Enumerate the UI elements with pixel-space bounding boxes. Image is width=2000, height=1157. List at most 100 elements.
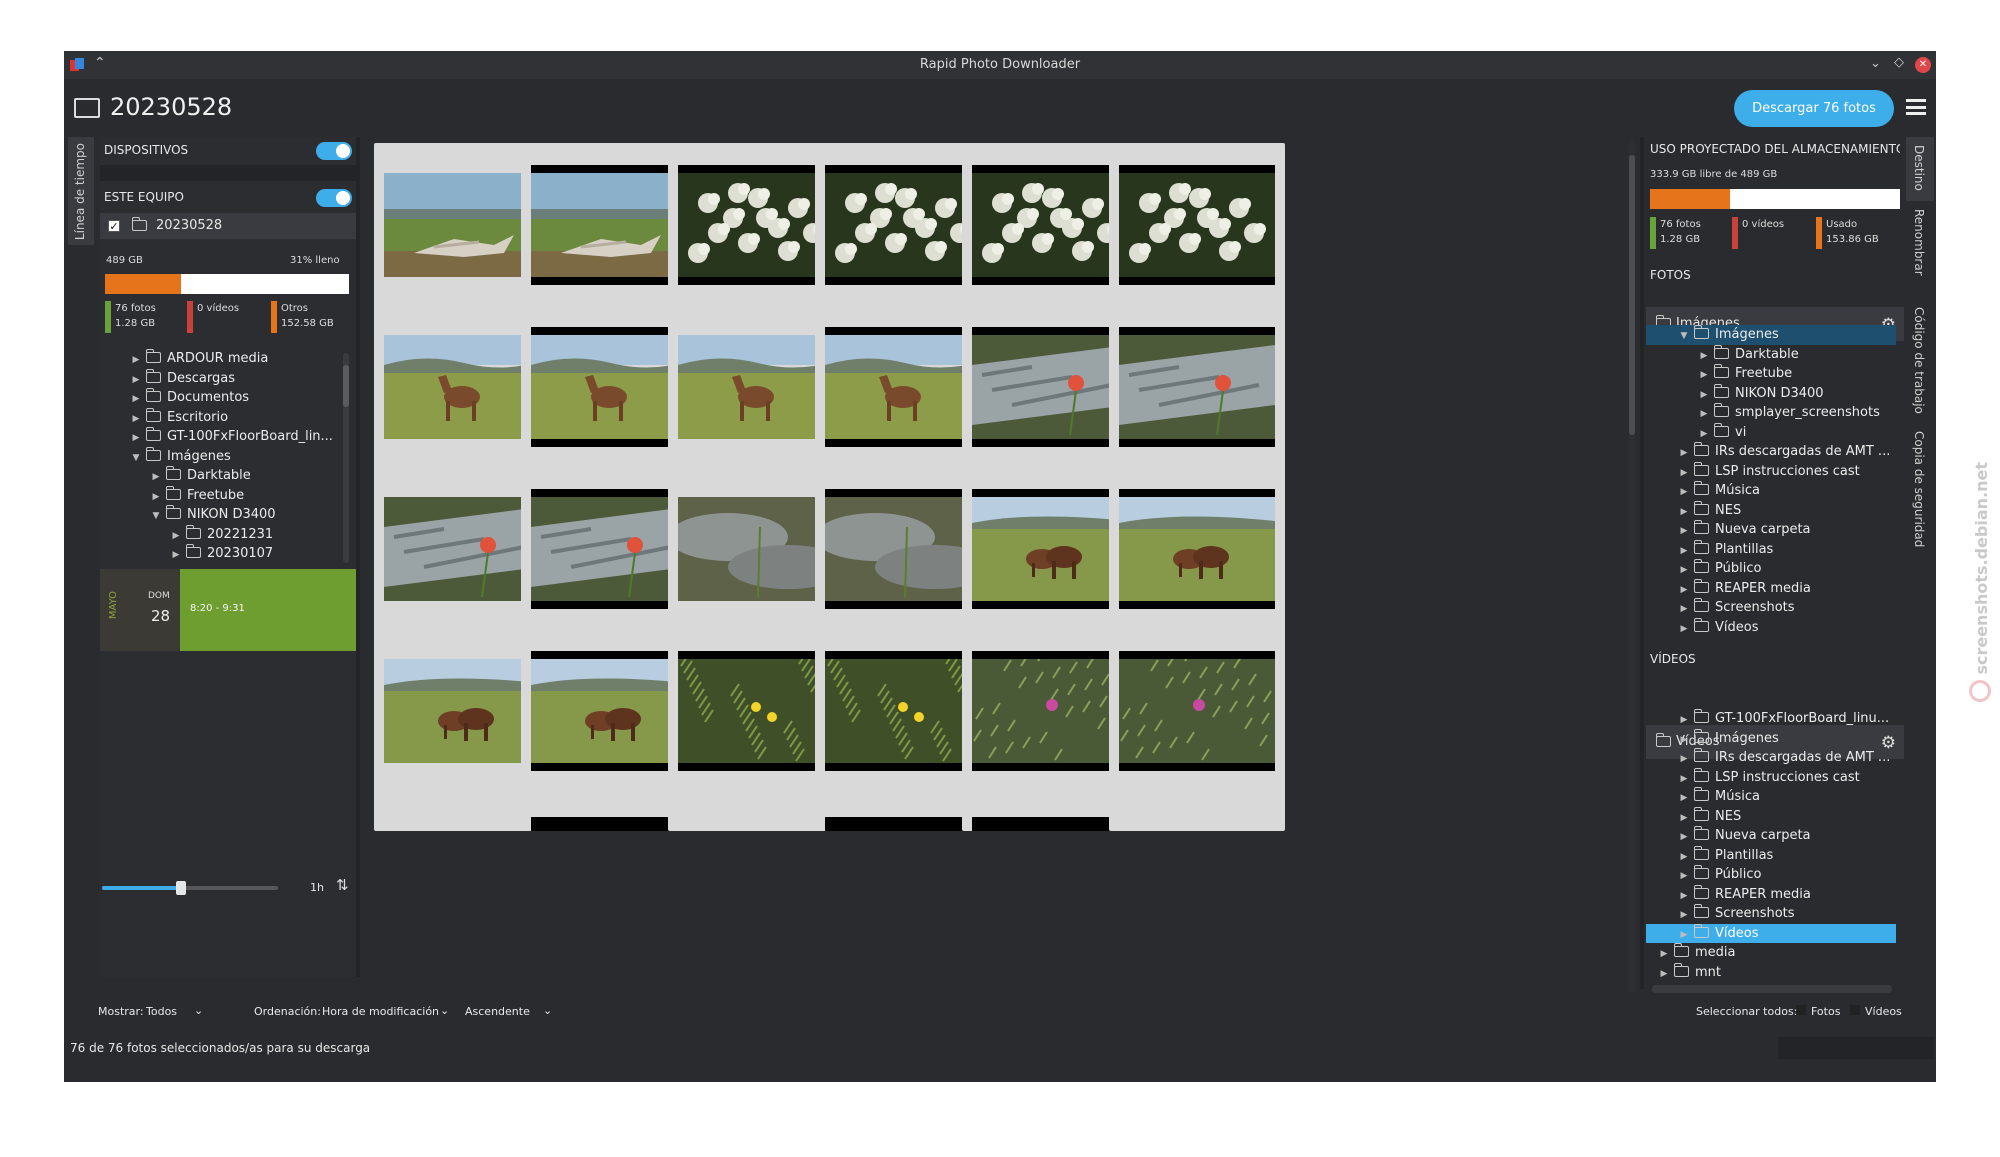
tree-item[interactable]: ▶ Screenshots (1646, 904, 1896, 924)
expand-down-icon[interactable]: ▼ (1678, 327, 1690, 347)
tree-item[interactable]: ▶ Música (1646, 787, 1896, 807)
tree-item[interactable]: ▶ Imágenes (1646, 728, 1896, 749)
tree-item[interactable]: ▶ Vídeos (1646, 617, 1896, 640)
tree-item[interactable]: ▶ ARDOUR media (100, 349, 340, 369)
tab-timeline[interactable]: Línea de tiempo (68, 137, 94, 245)
tree-item[interactable]: ▶ Darktable (100, 466, 340, 486)
legend-label: Usado (1826, 219, 1858, 230)
thumbnail-card[interactable] (1109, 791, 1285, 831)
tree-item[interactable]: ▶ Screenshots (1646, 598, 1896, 618)
maximize-icon[interactable]: ◇ (1894, 55, 1904, 70)
expand-right-icon[interactable]: ▶ (1678, 600, 1690, 620)
expand-right-icon[interactable]: ▶ (130, 351, 142, 371)
tree-item[interactable]: ▶ Darktable (1646, 344, 1896, 365)
tab-backup[interactable]: Copia de seguridad (1906, 423, 1934, 549)
expand-right-icon[interactable]: ▶ (1658, 945, 1670, 965)
timeline-range[interactable]: 8:20 - 9:31 (180, 569, 356, 651)
folder-icon (186, 524, 201, 539)
photos-destination-tree: ▼ Imágenes ▶ Darktable ▶ Freetube ▶ NIKON D3400… (1646, 325, 1896, 639)
tree-item[interactable]: ▶ LSP instrucciones cast (1646, 767, 1896, 788)
expand-right-icon[interactable]: ▶ (1658, 965, 1670, 984)
tree-item[interactable]: ▶ Nueva carpeta (1646, 520, 1896, 540)
expand-right-icon[interactable]: ▶ (1678, 483, 1690, 503)
expand-right-icon[interactable]: ▶ (170, 546, 182, 566)
devices-toggle[interactable] (316, 142, 352, 160)
select-all-photos-checkbox[interactable] (1796, 1005, 1806, 1015)
tree-item[interactable]: ▶ Público (1646, 865, 1896, 885)
tree-item[interactable]: ▼ NIKON D3400 (100, 505, 340, 525)
tree-item[interactable]: ▶ media (1646, 943, 1896, 963)
select-all-videos-checkbox[interactable] (1850, 1005, 1860, 1015)
expand-right-icon[interactable]: ▶ (1698, 405, 1710, 425)
tree-item[interactable]: ▶ 20230107 (100, 544, 340, 564)
tree-item[interactable]: ▶ 20221231 (100, 524, 340, 545)
expand-right-icon[interactable]: ▶ (1678, 711, 1690, 731)
tree-item[interactable]: ▶ Freetube (1646, 364, 1896, 384)
expand-right-icon[interactable]: ▶ (130, 390, 142, 410)
expand-down-icon[interactable]: ▼ (150, 507, 162, 527)
download-button[interactable]: Descargar 76 fotos (1734, 90, 1894, 127)
expand-right-icon[interactable]: ▶ (1678, 828, 1690, 848)
expand-right-icon[interactable]: ▶ (1678, 620, 1690, 640)
tree-item[interactable]: ▶ Público (1646, 559, 1896, 579)
show-select[interactable]: Todos ⌄ (146, 1004, 226, 1018)
this-computer-toggle[interactable] (316, 189, 352, 207)
timeline-date[interactable]: MAYO DOM 28 (100, 569, 180, 651)
tree-item[interactable]: ▶ REAPER media (1646, 578, 1896, 599)
tree-item[interactable]: ▶ Freetube (100, 485, 340, 506)
source-tree-scrollbar[interactable] (343, 353, 349, 563)
tree-item[interactable]: ▶ smplayer_screenshots (1646, 403, 1896, 423)
tree-item[interactable]: ▶ LSP instrucciones cast (1646, 461, 1896, 482)
source-row[interactable]: ✓ 20230528 (100, 213, 356, 239)
tab-job-code[interactable]: Código de trabajo (1906, 299, 1934, 423)
source-checkbox[interactable]: ✓ (108, 220, 120, 232)
minimize-icon[interactable]: ⌄ (1870, 56, 1881, 71)
tree-item[interactable]: ▶ vi (1646, 422, 1896, 443)
tab-destination[interactable]: Destino (1906, 137, 1934, 201)
expand-right-icon[interactable]: ▶ (1678, 867, 1690, 887)
grid-scrollbar[interactable] (1629, 141, 1635, 993)
sort-select[interactable]: Hora de modificación ⌄ (322, 1004, 472, 1018)
tree-item[interactable]: ▶ Vídeos (1646, 923, 1896, 943)
tree-item[interactable]: ▶ NES (1646, 500, 1896, 521)
legend-label: Otros (281, 303, 309, 314)
tree-item[interactable]: ▼ Imágenes (100, 446, 340, 469)
timeline-zoom-handle[interactable] (176, 881, 186, 895)
tree-item[interactable]: ▼ Imágenes (1646, 325, 1896, 345)
tree-item[interactable]: ▶ Plantillas (1646, 539, 1896, 560)
tree-item[interactable]: ▶ GT-100FxFloorBoard_linu... (1646, 709, 1896, 729)
tree-item[interactable]: ▶ mnt (1646, 962, 1896, 984)
expand-right-icon[interactable]: ▶ (130, 429, 142, 449)
expand-right-icon[interactable]: ▶ (1678, 444, 1690, 464)
expand-right-icon[interactable]: ▶ (1678, 561, 1690, 581)
tree-item[interactable]: ▶ Escritorio (100, 407, 340, 428)
tree-item[interactable]: ▶ IRs descargadas de AMT ... (1646, 442, 1896, 462)
expand-right-icon[interactable]: ▶ (1678, 789, 1690, 809)
tree-item[interactable]: ▶ Documentos (100, 388, 340, 408)
tree-item[interactable]: ▶ Música (1646, 481, 1896, 501)
close-icon[interactable]: ✕ (1915, 57, 1931, 73)
hamburger-menu-icon[interactable] (1906, 99, 1926, 115)
expand-right-icon[interactable]: ▶ (1698, 366, 1710, 386)
order-select[interactable]: Ascendente ⌄ (465, 1004, 565, 1018)
tree-item[interactable]: ▶ REAPER media (1646, 884, 1896, 905)
expand-right-icon[interactable]: ▶ (1678, 906, 1690, 926)
tree-item[interactable]: ▶ Plantillas (1646, 845, 1896, 866)
tree-item[interactable]: ▶ NIKON D3400 (1646, 383, 1896, 404)
splitter[interactable] (356, 137, 360, 977)
expand-down-icon[interactable]: ▼ (130, 449, 142, 469)
tree-item[interactable]: ▶ NES (1646, 806, 1896, 827)
expand-right-icon[interactable]: ▶ (1678, 522, 1690, 542)
folder-icon (74, 98, 100, 118)
tree-item[interactable]: ▶ GT-100FxFloorBoard_lin... (100, 427, 340, 447)
tree-item[interactable]: ▶ Nueva carpeta (1646, 826, 1896, 846)
thumbnail-image (531, 817, 687, 831)
folder-icon (1694, 520, 1709, 534)
timeline-zoom-slider[interactable] (102, 881, 278, 895)
tab-rename[interactable]: Renombrar (1906, 201, 1934, 299)
expand-right-icon[interactable]: ▶ (1678, 750, 1690, 770)
tree-item[interactable]: ▶ IRs descargadas de AMT ... (1646, 748, 1896, 768)
tree-item[interactable]: ▶ Descargas (100, 368, 340, 389)
expand-right-icon[interactable]: ▶ (150, 468, 162, 488)
sort-toggle-icon[interactable]: ⇅ (336, 876, 349, 894)
